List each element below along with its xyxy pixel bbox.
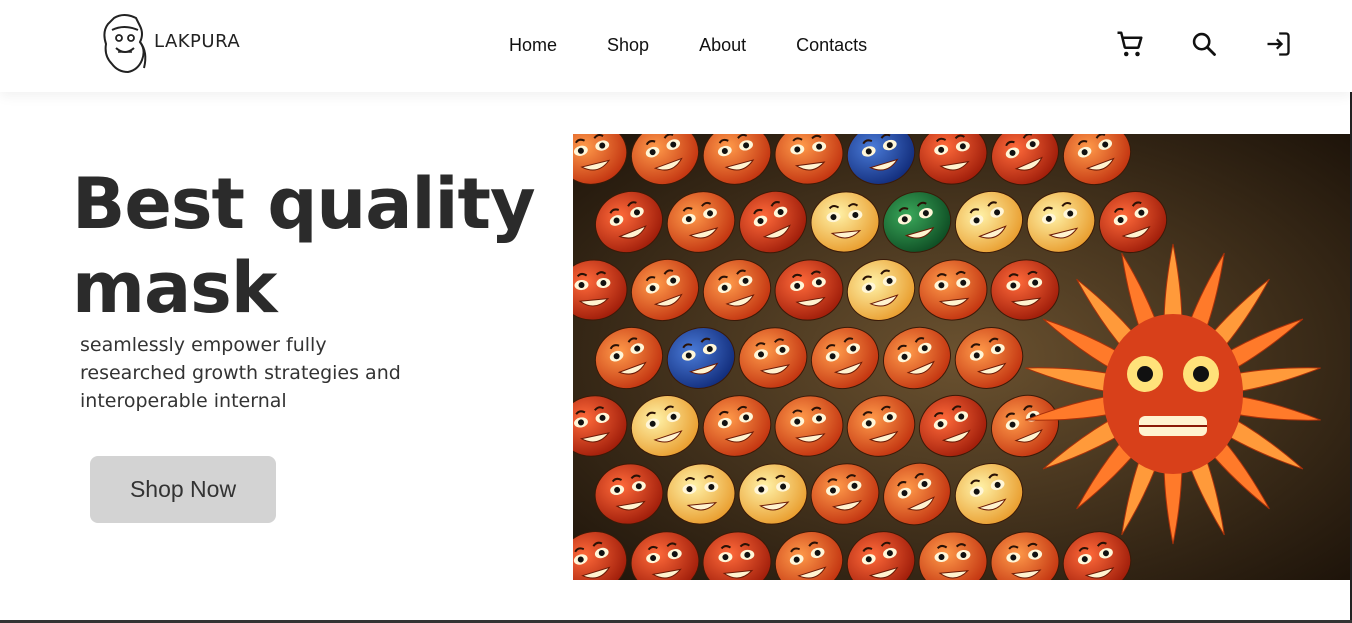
cart-button[interactable] [1114, 28, 1146, 60]
search-icon [1192, 32, 1216, 56]
cart-icon [1117, 31, 1143, 57]
nav-shop[interactable]: Shop [607, 34, 649, 56]
hero-title: Best quality mask [72, 162, 552, 330]
nav-contacts[interactable]: Contacts [796, 34, 867, 56]
brand-logo[interactable]: LAKPURA [100, 12, 240, 74]
nav-home[interactable]: Home [509, 34, 557, 56]
masks-photo [573, 134, 1352, 580]
hero-masks-image [573, 134, 1352, 580]
hero-subtitle: seamlessly empower fully researched grow… [80, 334, 401, 412]
hero-title-line1: Best quality [72, 163, 536, 245]
site-header: LAKPURA Home Shop About Contacts [0, 0, 1352, 92]
search-button[interactable] [1188, 28, 1220, 60]
login-button[interactable] [1262, 28, 1294, 60]
brand-name: LAKPURA [154, 30, 241, 52]
nav-about[interactable]: About [699, 34, 746, 56]
hero-title-line2: mask [72, 247, 277, 329]
shop-now-button[interactable]: Shop Now [90, 456, 276, 523]
login-icon [1267, 32, 1290, 56]
mask-logo-icon [103, 14, 147, 74]
main-nav: Home Shop About Contacts [509, 34, 917, 56]
header-actions [1114, 28, 1294, 60]
